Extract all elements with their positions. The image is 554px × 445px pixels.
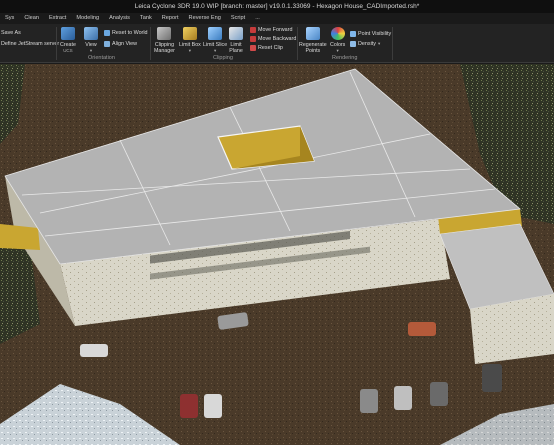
ucs-icon	[60, 27, 75, 40]
tab-reverse-eng[interactable]: Reverse Eng	[184, 13, 226, 24]
ribbon-separator	[297, 27, 298, 60]
clipping-manager-icon	[157, 27, 172, 40]
ribbon-separator	[392, 27, 393, 60]
yellow-annex-left	[0, 224, 40, 250]
ribbon-separator	[56, 27, 57, 60]
density-icon	[350, 41, 356, 47]
clipping-manager-button[interactable]: Clipping Manager	[154, 27, 175, 54]
density-label: Density	[358, 41, 376, 47]
clipping-group-label: Clipping	[213, 55, 233, 61]
ribbon-tabs: Sys Clean Extract Modeling Analysis Tank…	[0, 13, 554, 24]
align-view-button[interactable]: Align View	[104, 41, 137, 47]
limit-slice-button[interactable]: Limit Slice ▾	[203, 27, 227, 53]
save-as-button[interactable]: Save As	[1, 30, 21, 36]
reset-clip-icon	[250, 45, 256, 51]
window-title: Leica Cyclone 3DR 19.0 WIP [branch: mast…	[134, 3, 420, 10]
tab-extract[interactable]: Extract	[44, 13, 71, 24]
tab-analysis[interactable]: Analysis	[104, 13, 135, 24]
move-forward-label: Move Forward	[258, 27, 293, 33]
reset-to-world-label: Reset to World	[112, 30, 148, 36]
move-backward-icon	[250, 36, 256, 42]
world-icon	[104, 30, 110, 36]
tab-tank[interactable]: Tank	[135, 13, 157, 24]
application-window: Leica Cyclone 3DR 19.0 WIP [branch: mast…	[0, 0, 554, 445]
move-backward-label: Move Backward	[258, 36, 297, 42]
move-backward-button[interactable]: Move Backward	[250, 36, 296, 42]
limit-plane-button[interactable]: Limit Plane	[229, 27, 243, 54]
reset-clip-label: Reset Clip	[258, 45, 283, 51]
view-button[interactable]: View ▾	[84, 27, 98, 53]
tab-report[interactable]: Report	[157, 13, 184, 24]
title-bar: Leica Cyclone 3DR 19.0 WIP [branch: mast…	[0, 0, 554, 13]
jetstream-server-button[interactable]: Define JetStream server	[1, 41, 59, 47]
orientation-group-label: Orientation	[88, 55, 115, 61]
reset-clip-button[interactable]: Reset Clip	[250, 45, 283, 51]
align-view-icon	[104, 41, 110, 47]
point-visibility-button[interactable]: Point Visibility	[350, 31, 391, 37]
limit-slice-icon	[208, 27, 223, 40]
tab-more[interactable]: ...	[250, 13, 265, 24]
point-visibility-label: Point Visibility	[358, 31, 392, 37]
move-forward-icon	[250, 27, 256, 33]
view-cube-icon	[84, 27, 98, 40]
limit-box-icon	[182, 27, 197, 40]
color-wheel-icon	[330, 27, 345, 40]
density-dropdown-icon: ▾	[377, 41, 381, 46]
tab-sys[interactable]: Sys	[0, 13, 19, 24]
save-as-label: Save As	[1, 30, 21, 36]
view-dropdown-icon: ▾	[89, 48, 93, 53]
point-cloud-scene	[0, 64, 554, 445]
limit-box-dropdown-icon: ▾	[188, 48, 192, 53]
ribbon: Save As Define JetStream server Create U…	[0, 24, 554, 63]
create-ucs-button[interactable]: Create UCS	[60, 27, 76, 53]
align-view-label: Align View	[112, 41, 138, 47]
point-visibility-icon	[350, 31, 356, 37]
tab-clean[interactable]: Clean	[19, 13, 44, 24]
create-ucs-sublabel: UCS	[63, 48, 73, 53]
limit-plane-icon	[229, 27, 243, 40]
limit-plane-label-2: Plane	[229, 48, 243, 54]
ribbon-separator	[150, 27, 151, 60]
density-button[interactable]: Density ▾	[350, 41, 380, 47]
jetstream-label: Define JetStream server	[1, 41, 60, 47]
rendering-group-label: Rendering	[332, 55, 358, 61]
move-forward-button[interactable]: Move Forward	[250, 27, 292, 33]
colors-dropdown-icon: ▾	[336, 48, 339, 53]
regenerate-label-2: Points	[305, 48, 321, 54]
limit-box-button[interactable]: Limit Box ▾	[179, 27, 201, 53]
limit-slice-dropdown-icon: ▾	[213, 48, 217, 53]
colors-button[interactable]: Colors ▾	[330, 27, 345, 53]
regenerate-points-icon	[305, 27, 320, 40]
reset-to-world-button[interactable]: Reset to World	[104, 30, 148, 36]
regenerate-points-button[interactable]: Regenerate Points	[299, 27, 327, 54]
3d-viewport[interactable]	[0, 64, 554, 445]
tab-script[interactable]: Script	[226, 13, 250, 24]
tab-modeling[interactable]: Modeling	[71, 13, 104, 24]
clipping-manager-label-2: Manager	[154, 48, 175, 54]
